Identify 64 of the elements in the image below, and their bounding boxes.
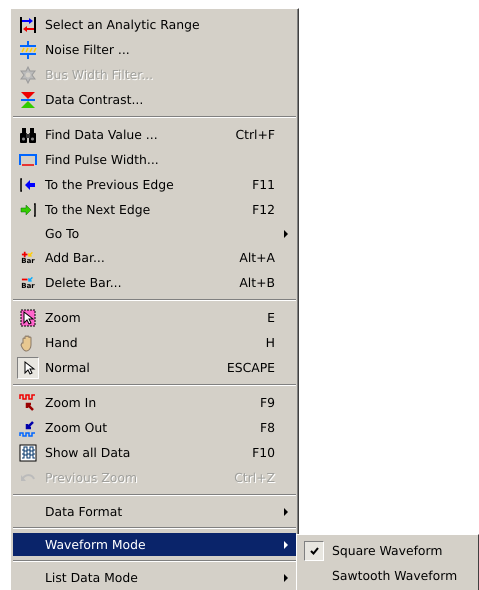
delete-bar-icon: [21, 276, 34, 282]
shortcut-label: Alt+A: [239, 250, 276, 265]
menu-item[interactable]: Zoom In F9: [13, 390, 296, 415]
menu-item[interactable]: Find Pulse Width...: [13, 147, 296, 172]
menu-item[interactable]: Zoom Out F8: [13, 415, 296, 440]
menu-item-label: Delete Bar...: [44, 275, 122, 290]
menu-item-label: Show all Data: [44, 445, 130, 460]
menu-item-label: To the Previous Edge: [44, 177, 174, 192]
menu-item[interactable]: Go To: [13, 222, 296, 245]
shortcut-label: F10: [252, 445, 276, 460]
zoom-in-icon: [19, 394, 37, 412]
shortcut-label: H: [266, 335, 276, 350]
menu-item-label: To the Next Edge: [44, 202, 150, 217]
menu-item[interactable]: Data Format: [13, 500, 296, 523]
shortcut-label: F12: [252, 202, 276, 217]
menu-item-label: List Data Mode: [44, 570, 138, 585]
menu-item[interactable]: Hand H: [13, 330, 296, 355]
shortcut-label: F11: [252, 177, 276, 192]
zoom-select-icon: [19, 308, 37, 326]
zoom-out-icon: [19, 418, 37, 436]
next-edge-icon: [19, 200, 37, 218]
menu-item[interactable]: Select an Analytic Range: [13, 12, 296, 37]
menu-item-label: Waveform Mode: [44, 537, 146, 552]
menu-item[interactable]: To the Next Edge F12: [13, 197, 296, 222]
menu-item[interactable]: List Data Mode: [13, 566, 296, 589]
menu-item-label: Add Bar...: [44, 250, 105, 265]
submenu-item[interactable]: Square Waveform: [299, 538, 476, 563]
menu-item-label: Hand: [44, 335, 78, 350]
menu-item[interactable]: Find Data Value ... Ctrl+F: [13, 122, 296, 147]
menu-item-label: Zoom Out: [44, 420, 108, 435]
shortcut-label: F8: [260, 420, 276, 435]
menu-item-label: Zoom In: [44, 395, 96, 410]
menu-item-label: Data Format: [44, 504, 122, 519]
menu-item[interactable]: Data Contrast...: [13, 87, 296, 112]
shortcut-label: Alt+B: [239, 275, 276, 290]
menu-item-label: Normal: [44, 360, 90, 375]
menu-item[interactable]: Show all Data F10: [13, 440, 296, 465]
waveform-grid-icon: [19, 444, 37, 462]
menu-item-label: Noise Filter ...: [44, 42, 130, 57]
menu-item[interactable]: Noise Filter ...: [13, 37, 296, 62]
menu-item-label: Go To: [44, 226, 80, 241]
menu-item-label: Zoom: [44, 310, 81, 325]
add-bar-icon: [21, 250, 34, 258]
shortcut-label: Ctrl+F: [235, 127, 276, 142]
menu-item[interactable]: Zoom E: [13, 305, 296, 330]
submenu-item-label: Sawtooth Waveform: [331, 568, 458, 583]
filter-icon: [19, 40, 37, 58]
menu-item[interactable]: To the Previous Edge F11: [13, 172, 296, 197]
menu-item-label: Data Contrast...: [44, 92, 144, 107]
range-icon: [19, 16, 37, 34]
binoculars-icon: [19, 126, 37, 144]
menu-item[interactable]: Waveform Mode: [13, 533, 296, 556]
menu-item-label: Select an Analytic Range: [44, 17, 200, 32]
menu-item-label: Find Data Value ...: [44, 127, 158, 142]
checkmark-icon: [310, 546, 318, 554]
previous-edge-icon: [19, 176, 37, 194]
shortcut-label: F9: [260, 395, 276, 410]
submenu-item-label: Square Waveform: [331, 543, 442, 558]
submenu-item[interactable]: Sawtooth Waveform: [299, 563, 476, 588]
menu-item-label: Find Pulse Width...: [44, 152, 159, 167]
shortcut-label: E: [267, 310, 276, 325]
shortcut-label: ESCAPE: [226, 360, 276, 375]
menu-item[interactable]: Normal ESCAPE: [13, 355, 296, 380]
hourglass-icon: [19, 90, 37, 108]
